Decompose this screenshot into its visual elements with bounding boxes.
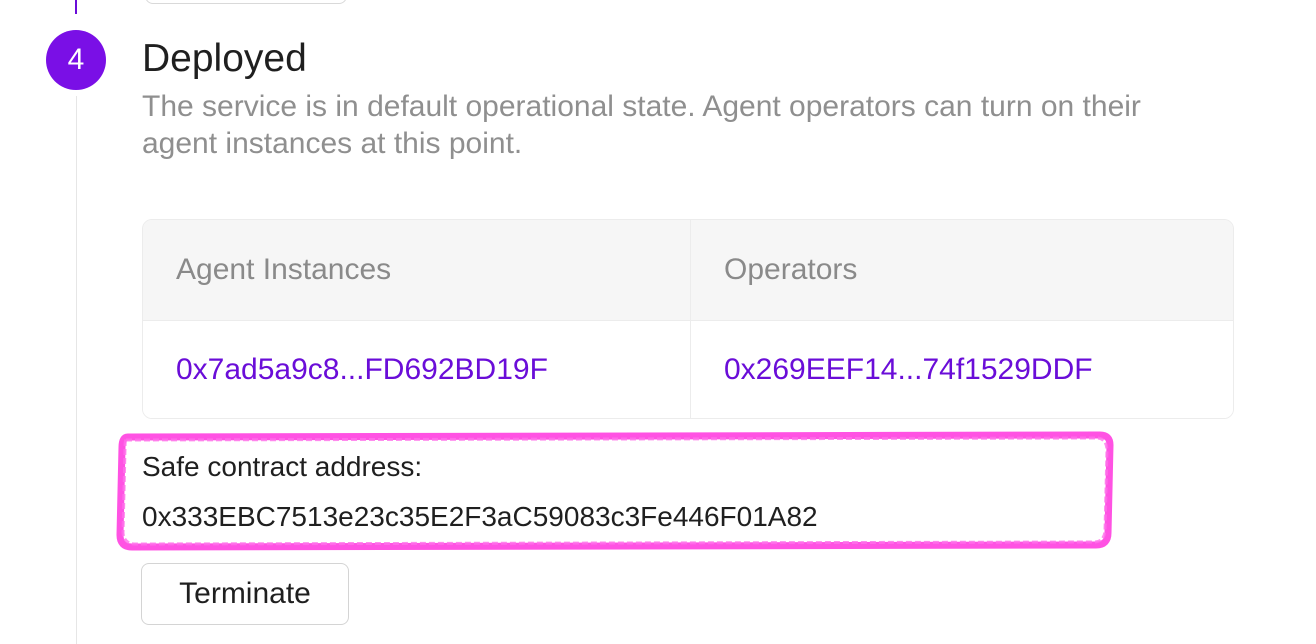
safe-contract-address: 0x333EBC7513e23c35E2F3aC59083c3Fe446F01A… bbox=[142, 501, 818, 532]
step-connector-line bbox=[75, 0, 77, 14]
terminate-button[interactable]: Terminate bbox=[141, 563, 349, 625]
column-header-operators: Operators bbox=[690, 220, 1233, 320]
agent-instance-address-link[interactable]: 0x7ad5a9c8...FD692BD19F bbox=[143, 321, 690, 418]
step-connector-line bbox=[76, 96, 77, 644]
step-description: The service is in default operational st… bbox=[142, 90, 1141, 160]
agent-instances-table: Agent Instances Operators 0x7ad5a9c8...F… bbox=[142, 219, 1234, 419]
column-header-agent-instances: Agent Instances bbox=[176, 253, 392, 286]
table-header: Agent Instances Operators bbox=[143, 220, 1233, 321]
highlight-annotation bbox=[116, 431, 1114, 551]
safe-contract-label: Safe contract address: bbox=[142, 451, 423, 482]
previous-step-button[interactable] bbox=[145, 0, 347, 4]
service-step-panel: 4 Deployed The service is in default ope… bbox=[0, 0, 1316, 644]
step-title: Deployed bbox=[142, 37, 307, 80]
step-number-badge: 4 bbox=[46, 30, 106, 90]
operator-address-link[interactable]: 0x269EEF14...74f1529DDF bbox=[690, 321, 1233, 418]
table-row: 0x7ad5a9c8...FD692BD19F 0x269EEF14...74f… bbox=[143, 321, 1233, 418]
